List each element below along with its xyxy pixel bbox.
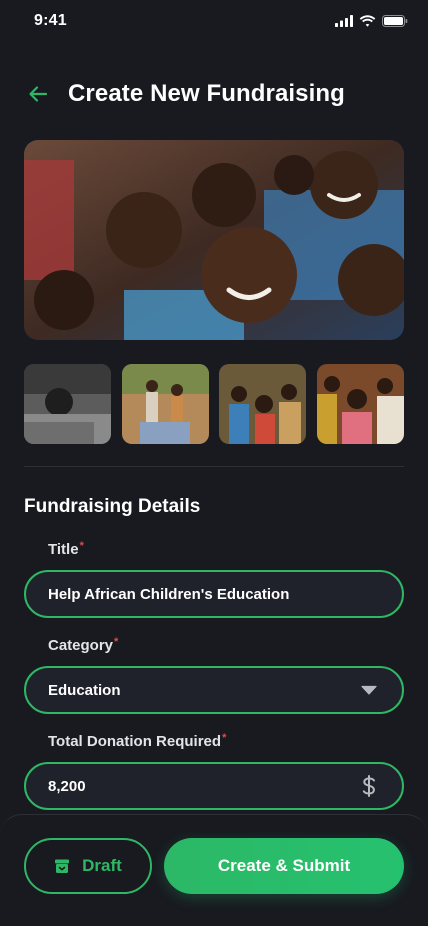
category-value: Education [48,681,121,699]
photo-children-smiling-icon [24,140,404,340]
title-label-text: Title [48,541,79,558]
status-time: 9:41 [34,12,67,29]
wifi-icon [359,15,376,27]
photo-girls-crowd-icon [316,364,404,444]
section-title: Fundraising Details [24,496,201,517]
donation-label-text: Total Donation Required [48,733,222,750]
photo-children-group-icon [219,364,307,444]
thumbnail-4[interactable] [316,364,404,444]
thumbnail-row [24,364,404,444]
arrow-left-icon [29,86,48,102]
thumbnail-2[interactable] [121,364,209,444]
title-label: Title* [48,540,84,558]
draft-button[interactable]: Draft [24,838,152,894]
dollar-icon [358,775,380,797]
required-mark: * [114,636,119,648]
photo-children-standing-icon [121,364,209,444]
photo-child-at-desk-icon [24,364,111,444]
required-mark: * [222,732,227,744]
required-mark: * [79,540,84,552]
category-select[interactable]: Education [24,666,404,714]
hero-image[interactable] [24,140,404,340]
thumbnail-3[interactable] [219,364,307,444]
title-value: Help African Children's Education [48,585,290,603]
donation-value: 8,200 [48,777,86,795]
status-icons [335,15,408,27]
header: Create New Fundraising [24,72,404,116]
battery-icon [382,15,408,27]
archive-icon [55,859,70,873]
donation-input[interactable]: 8,200 [24,762,404,810]
category-label: Category* [48,636,119,654]
category-label-text: Category [48,637,114,654]
donation-label: Total Donation Required* [48,732,227,750]
submit-label: Create & Submit [217,856,351,875]
back-button[interactable] [24,80,52,108]
signal-icon [335,15,353,27]
status-bar: 9:41 [0,0,428,44]
title-input[interactable]: Help African Children's Education [24,570,404,618]
caret-down-icon [358,679,380,701]
page-title: Create New Fundraising [68,80,345,107]
create-submit-button[interactable]: Create & Submit [164,838,404,894]
thumbnail-1[interactable] [24,364,111,444]
draft-label: Draft [82,856,122,875]
divider [24,466,404,467]
